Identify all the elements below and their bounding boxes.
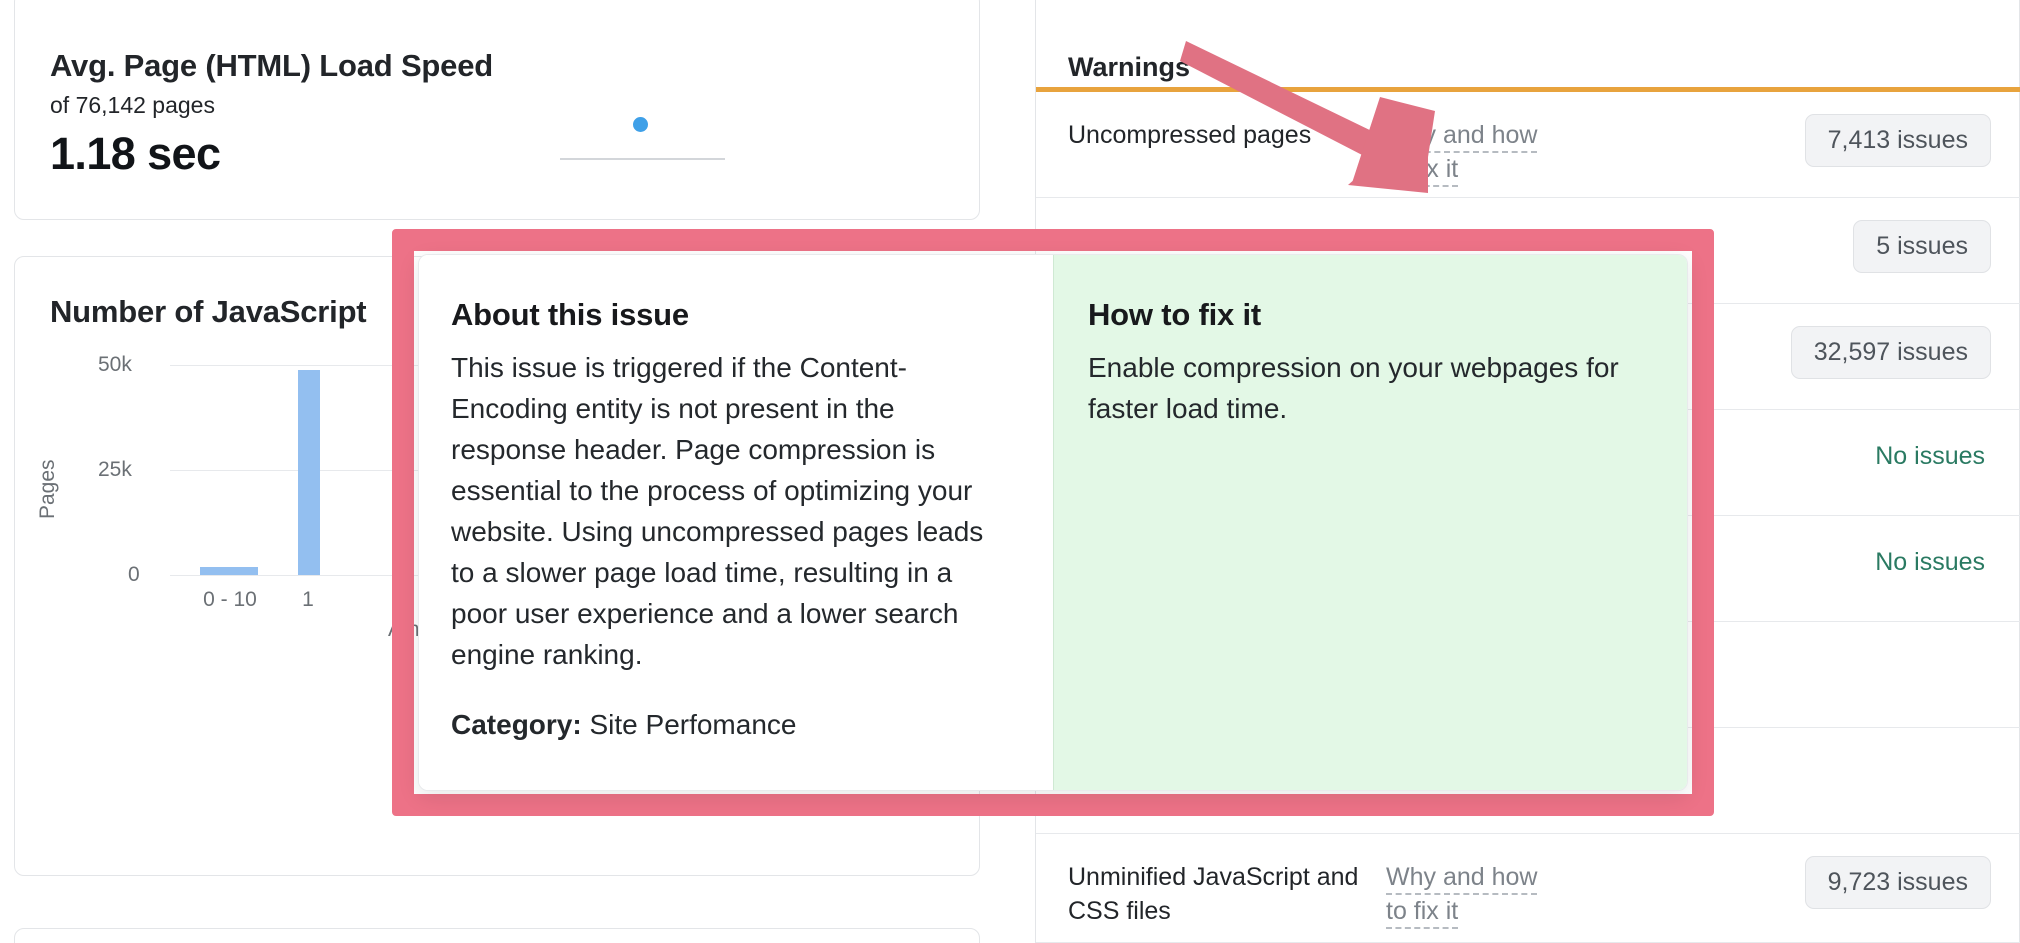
status-badge[interactable]: 9,723 issues <box>1804 856 1991 909</box>
how-to-fix-it-body: Enable compression on your webpages for … <box>1088 352 1619 424</box>
how-to-fix-it-panel: How to fix it Enable compression on your… <box>1053 255 1687 790</box>
issue-category-value: Site Perfomance <box>589 709 797 740</box>
issue-name: Uncompressed pages <box>1068 121 1312 149</box>
fix-link-text-b: to fix it <box>1386 897 1459 929</box>
fix-link-text-a: Why and how <box>1386 121 1538 153</box>
how-to-fix-it-heading: How to fix it <box>1088 297 1262 332</box>
why-and-how-to-fix-it-link[interactable]: Why and how to fix it <box>1386 118 1556 187</box>
warnings-section-title: Warnings <box>1068 52 1191 82</box>
avg-page-load-speed-subtitle: of 76,142 pages <box>50 92 215 118</box>
table-row[interactable]: Unminified JavaScript and CSS files Why … <box>1036 834 2020 943</box>
why-and-how-to-fix-it-link[interactable]: Why and how to fix it <box>1386 860 1556 929</box>
status-badge[interactable]: 5 issues <box>1853 220 1991 273</box>
about-this-issue-heading: About this issue <box>451 297 689 332</box>
sparkline-point-dot <box>633 117 648 132</box>
bar-0-10 <box>200 567 258 575</box>
issue-name: Unminified JavaScript and CSS files <box>1068 863 1359 925</box>
screenshot-root: Avg. Page (HTML) Load Speed of 76,142 pa… <box>0 0 2020 943</box>
about-this-issue-body: This issue is triggered if the Content-E… <box>451 352 984 670</box>
x-axis-tick-0-10: 0 - 10 <box>203 588 257 611</box>
no-issues-label: No issues <box>1875 548 1985 576</box>
sparkline-baseline <box>560 158 725 160</box>
bar-second-bucket <box>298 370 320 575</box>
status-badge[interactable]: 7,413 issues <box>1804 114 1991 167</box>
table-row[interactable]: Uncompressed pages Why and how to fix it… <box>1036 92 2020 198</box>
avg-page-load-speed-title: Avg. Page (HTML) Load Speed <box>50 48 493 83</box>
about-this-issue-panel: About this issue This issue is triggered… <box>419 255 1053 790</box>
x-axis-tick-second: 1 <box>302 588 314 611</box>
issue-category: Category: Site Perfomance <box>451 709 1007 741</box>
y-axis-label: Pages <box>36 459 59 519</box>
no-issues-label: No issues <box>1875 442 1985 470</box>
fix-link-text-a: Why and how <box>1386 863 1538 895</box>
warnings-header: Warnings <box>1036 0 2020 92</box>
issue-category-label: Category: <box>451 709 582 740</box>
status-badge[interactable]: 32,597 issues <box>1790 326 1991 379</box>
fix-link-text-b: to fix it <box>1386 155 1459 187</box>
number-of-javascript-title: Number of JavaScript <box>50 294 367 329</box>
next-card-partial <box>14 928 980 943</box>
issue-detail-popover: About this issue This issue is triggered… <box>418 254 1688 791</box>
avg-page-load-speed-value: 1.18 sec <box>50 128 221 179</box>
